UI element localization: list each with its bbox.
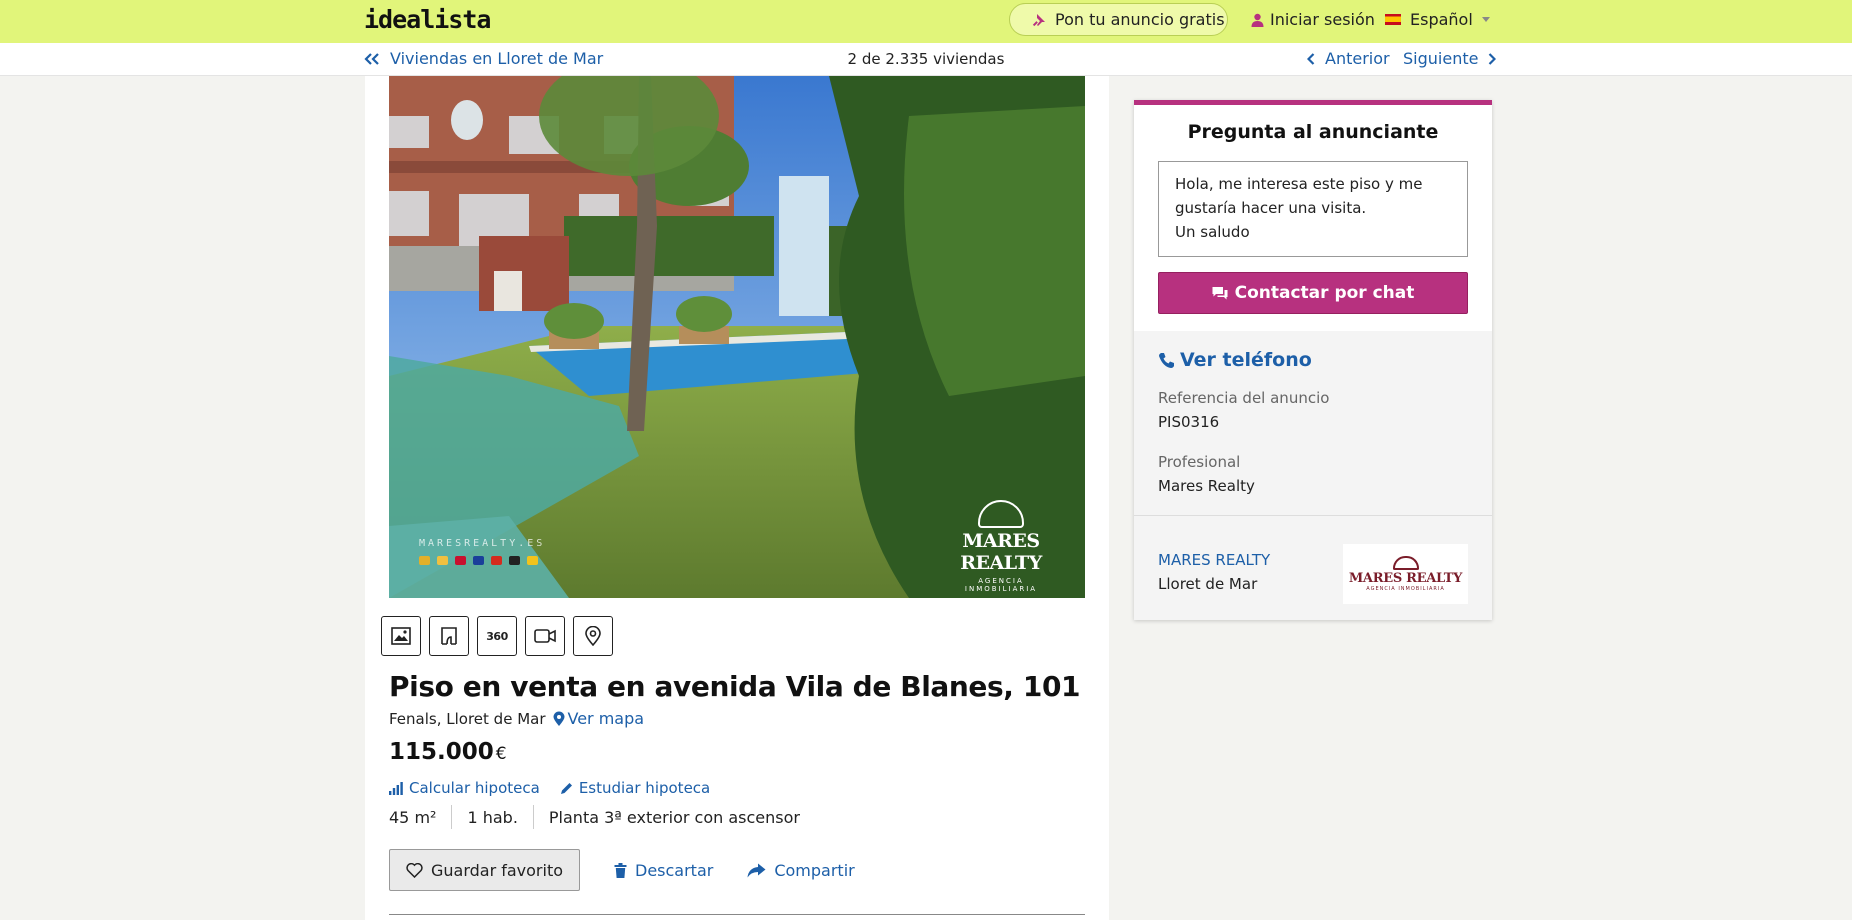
listing-title: Piso en venta en avenida Vila de Blanes,… [389, 670, 1081, 703]
top-header: idealista Pon tu anuncio gratis Iniciar … [0, 0, 1852, 43]
listing-navigation: Viviendas en Lloret de Mar 2 de 2.335 vi… [0, 43, 1852, 76]
price-currency: € [495, 744, 507, 764]
feature-rooms: 1 hab. [467, 807, 518, 827]
photos-button[interactable] [381, 616, 421, 656]
share-link[interactable]: Compartir [747, 861, 855, 880]
professional-value: Mares Realty [1158, 477, 1255, 495]
contact-card: Pregunta al anunciante Hola, me interesa… [1134, 100, 1492, 620]
agency-name-link[interactable]: MARES REALTY [1158, 551, 1270, 569]
main-photo[interactable]: MARESREALTY.ES MARES REALTY AGENCIA INMO… [389, 76, 1085, 598]
map-pin-icon [585, 626, 601, 646]
media-buttons: 360 [381, 616, 613, 656]
language-selector[interactable]: Español [1385, 10, 1490, 29]
feature-area: 45 m² [389, 807, 437, 827]
watermark-flags [419, 556, 538, 565]
crest-icon [1392, 556, 1419, 570]
mortgage-links: Calcular hipoteca Estudiar hipoteca [389, 779, 730, 797]
feature-divider [451, 805, 453, 829]
save-favorite-button[interactable]: Guardar favorito [389, 849, 580, 891]
previous-label: Anterior [1325, 49, 1390, 68]
chat-icon [1212, 287, 1228, 300]
section-divider [389, 914, 1085, 915]
next-link[interactable]: Siguiente [1403, 49, 1497, 68]
message-textarea[interactable]: Hola, me interesa este piso y me gustarí… [1158, 161, 1468, 257]
photos-icon [391, 627, 411, 645]
chevron-left-icon [1307, 52, 1315, 65]
reference-label: Referencia del anuncio [1158, 389, 1330, 407]
calculate-mortgage-link[interactable]: Calcular hipoteca [389, 779, 540, 797]
post-ad-label: Pon tu anuncio gratis [1055, 10, 1225, 29]
chevron-right-icon [1489, 52, 1497, 65]
previous-link[interactable]: Anterior [1307, 49, 1390, 68]
watermark-logo: MARES REALTY AGENCIA INMOBILIARIA [941, 500, 1061, 593]
view-phone-link[interactable]: Ver teléfono [1158, 349, 1312, 371]
listing-location: Fenals, Lloret de Mar [389, 709, 546, 728]
share-icon [747, 863, 766, 877]
pushpin-icon [1032, 13, 1045, 26]
study-mortgage-link[interactable]: Estudiar hipoteca [560, 779, 710, 797]
next-label: Siguiente [1403, 49, 1479, 68]
view-map-link[interactable]: Ver mapa [553, 709, 644, 728]
discard-link[interactable]: Descartar [614, 861, 713, 880]
user-icon [1251, 13, 1264, 27]
post-ad-button[interactable]: Pon tu anuncio gratis [1009, 3, 1228, 36]
trash-icon [614, 862, 627, 878]
crest-icon [978, 500, 1024, 528]
contact-title: Pregunta al anunciante [1187, 121, 1439, 143]
watermark-site: MARESREALTY.ES [419, 538, 546, 549]
bar-chart-icon [389, 781, 403, 795]
feature-divider [532, 805, 534, 829]
contact-details: Ver teléfono Referencia del anuncio PIS0… [1134, 331, 1492, 620]
spain-flag-icon [1385, 14, 1401, 25]
heart-icon [406, 862, 423, 878]
map-button[interactable] [573, 616, 613, 656]
listing-features: 45 m² 1 hab. Planta 3ª exterior con asce… [389, 805, 800, 829]
login-label: Iniciar sesión [1270, 10, 1375, 29]
listing-location-row: Fenals, Lloret de Mar Ver mapa [389, 709, 644, 728]
video-button[interactable] [525, 616, 565, 656]
virtual-tour-button[interactable]: 360 [477, 616, 517, 656]
listing-actions: Guardar favorito Descartar Compartir [389, 849, 855, 891]
location-pin-icon [553, 711, 564, 726]
double-chevron-left-icon [364, 52, 379, 65]
back-label: Viviendas en Lloret de Mar [390, 49, 604, 68]
floorplan-icon [441, 627, 457, 645]
idealista-logo[interactable]: idealista [364, 5, 491, 34]
contact-chat-button[interactable]: Contactar por chat [1158, 272, 1468, 314]
agency-city: Lloret de Mar [1158, 575, 1258, 593]
360-icon: 360 [486, 629, 508, 643]
listing-main: MARESREALTY.ES MARES REALTY AGENCIA INMO… [365, 76, 1109, 920]
listing-price: 115.000 € [389, 739, 507, 765]
feature-floor: Planta 3ª exterior con ascensor [548, 807, 800, 827]
video-icon [534, 629, 556, 643]
back-to-results-link[interactable]: Viviendas en Lloret de Mar [364, 49, 603, 68]
language-label: Español [1410, 10, 1473, 29]
result-position: 2 de 2.335 viviendas [847, 50, 1005, 68]
reference-value: PIS0316 [1158, 413, 1220, 431]
details-divider [1134, 515, 1492, 516]
floorplan-button[interactable] [429, 616, 469, 656]
login-link[interactable]: Iniciar sesión [1251, 10, 1375, 29]
pencil-icon [560, 782, 572, 794]
agency-logo[interactable]: MARES REALTY AGENCIA INMOBILIARIA [1343, 544, 1468, 604]
professional-label: Profesional [1158, 453, 1241, 471]
chevron-down-icon [1481, 17, 1490, 22]
phone-icon [1159, 352, 1174, 368]
price-amount: 115.000 [389, 739, 494, 765]
